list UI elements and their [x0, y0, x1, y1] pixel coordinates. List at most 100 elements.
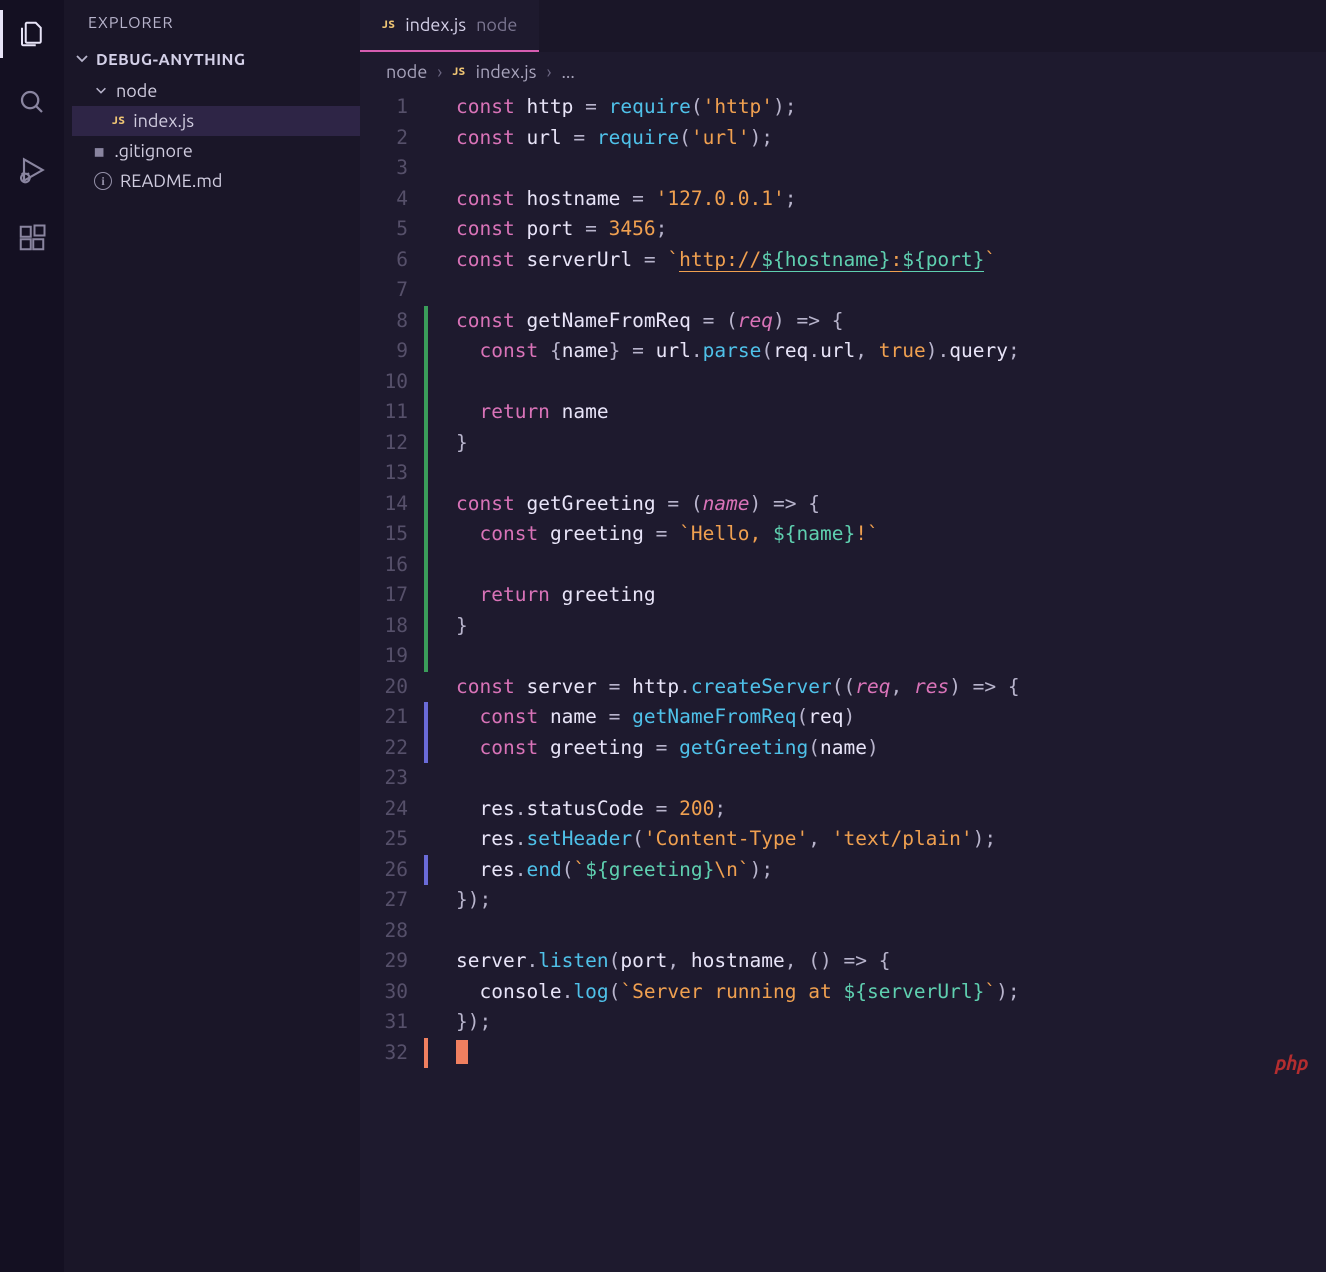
code-line[interactable]: return name	[456, 397, 1326, 428]
code-line[interactable]	[456, 763, 1326, 794]
line-number: 6	[360, 245, 408, 276]
git-icon: ◆	[89, 140, 111, 162]
breadcrumb-part[interactable]: index.js	[476, 62, 537, 82]
activity-extensions[interactable]	[14, 220, 50, 256]
change-mark	[424, 1038, 428, 1069]
tab-index-js[interactable]: JS index.js node	[360, 0, 539, 52]
line-number: 18	[360, 611, 408, 642]
project-name: DEBUG-ANYTHING	[96, 51, 246, 69]
code-line[interactable]: });	[456, 1007, 1326, 1038]
line-number: 3	[360, 153, 408, 184]
code-line[interactable]: res.statusCode = 200;	[456, 794, 1326, 825]
run-debug-icon	[16, 154, 48, 186]
line-number: 19	[360, 641, 408, 672]
code-line[interactable]	[456, 916, 1326, 947]
line-number: 25	[360, 824, 408, 855]
breadcrumb-part[interactable]: node	[386, 62, 427, 82]
change-mark	[424, 855, 428, 886]
code-line[interactable]: const http = require('http');	[456, 92, 1326, 123]
code-line[interactable]	[456, 367, 1326, 398]
code-line[interactable]	[456, 458, 1326, 489]
line-number: 2	[360, 123, 408, 154]
chevron-down-icon	[74, 50, 90, 70]
tab-directory: node	[476, 15, 517, 35]
code-line[interactable]: server.listen(port, hostname, () => {	[456, 946, 1326, 977]
explorer-sidebar: EXPLORER DEBUG-ANYTHING nodeJSindex.js◆.…	[64, 0, 360, 1272]
code-line[interactable]: const greeting = getGreeting(name)	[456, 733, 1326, 764]
code-line[interactable]: return greeting	[456, 580, 1326, 611]
activity-explorer[interactable]	[14, 16, 50, 52]
change-marks	[424, 92, 430, 1272]
line-number: 28	[360, 916, 408, 947]
code-line[interactable]: const {name} = url.parse(req.url, true).…	[456, 336, 1326, 367]
watermark-text: php	[1275, 1051, 1308, 1074]
js-icon: JS	[452, 66, 465, 78]
line-number: 9	[360, 336, 408, 367]
code-line[interactable]: const url = require('url');	[456, 123, 1326, 154]
line-number: 24	[360, 794, 408, 825]
line-number: 16	[360, 550, 408, 581]
code-line[interactable]: });	[456, 885, 1326, 916]
code-line[interactable]: const getNameFromReq = (req) => {	[456, 306, 1326, 337]
code-line[interactable]: const port = 3456;	[456, 214, 1326, 245]
line-number: 15	[360, 519, 408, 550]
code-line[interactable]: const serverUrl = `http://${hostname}:${…	[456, 245, 1326, 276]
code-line[interactable]	[456, 550, 1326, 581]
line-number-gutter: 1234567891011121314151617181920212223242…	[360, 92, 424, 1272]
code-line[interactable]: const server = http.createServer((req, r…	[456, 672, 1326, 703]
code-line[interactable]: res.end(`${greeting}\n`);	[456, 855, 1326, 886]
code-content[interactable]: const http = require('http');const url =…	[430, 92, 1326, 1272]
project-header[interactable]: DEBUG-ANYTHING	[64, 44, 360, 76]
line-number: 7	[360, 275, 408, 306]
line-number: 14	[360, 489, 408, 520]
line-number: 20	[360, 672, 408, 703]
line-number: 13	[360, 458, 408, 489]
line-number: 12	[360, 428, 408, 459]
js-icon: JS	[382, 19, 395, 31]
activity-search[interactable]	[14, 84, 50, 120]
line-number: 30	[360, 977, 408, 1008]
code-line[interactable]	[456, 641, 1326, 672]
code-line[interactable]: const hostname = '127.0.0.1';	[456, 184, 1326, 215]
file-README.md[interactable]: iREADME.md	[72, 166, 360, 196]
file-index.js[interactable]: JSindex.js	[72, 106, 360, 136]
line-number: 1	[360, 92, 408, 123]
editor-area: JS index.js node node›JSindex.js›... 123…	[360, 0, 1326, 1272]
tree-item-label: .gitignore	[114, 141, 192, 161]
line-number: 5	[360, 214, 408, 245]
change-mark	[424, 306, 428, 672]
code-editor[interactable]: 1234567891011121314151617181920212223242…	[360, 92, 1326, 1272]
search-icon	[17, 87, 47, 117]
line-number: 8	[360, 306, 408, 337]
line-number: 27	[360, 885, 408, 916]
line-number: 31	[360, 1007, 408, 1038]
file-.gitignore[interactable]: ◆.gitignore	[72, 136, 360, 166]
activity-run-debug[interactable]	[14, 152, 50, 188]
chevron-down-icon	[94, 83, 108, 100]
line-number: 26	[360, 855, 408, 886]
line-number: 21	[360, 702, 408, 733]
tree-item-label: index.js	[133, 111, 194, 131]
sidebar-title: EXPLORER	[64, 0, 360, 44]
files-icon	[17, 19, 47, 49]
breadcrumb-separator: ›	[546, 62, 551, 82]
breadcrumb-part[interactable]: ...	[562, 62, 575, 82]
code-line[interactable]: const greeting = `Hello, ${name}!`	[456, 519, 1326, 550]
code-line[interactable]	[456, 1038, 1326, 1069]
code-line[interactable]: console.log(`Server running at ${serverU…	[456, 977, 1326, 1008]
code-line[interactable]: }	[456, 428, 1326, 459]
folder-node[interactable]: node	[72, 76, 360, 106]
tree-item-label: README.md	[120, 171, 222, 191]
code-line[interactable]: const name = getNameFromReq(req)	[456, 702, 1326, 733]
code-line[interactable]	[456, 275, 1326, 306]
code-line[interactable]	[456, 153, 1326, 184]
breadcrumb[interactable]: node›JSindex.js›...	[360, 52, 1326, 92]
tab-filename: index.js	[405, 15, 466, 35]
code-line[interactable]: }	[456, 611, 1326, 642]
line-number: 22	[360, 733, 408, 764]
file-tree: nodeJSindex.js◆.gitignoreiREADME.md	[64, 76, 360, 196]
cursor	[456, 1040, 468, 1064]
code-line[interactable]: const getGreeting = (name) => {	[456, 489, 1326, 520]
code-line[interactable]: res.setHeader('Content-Type', 'text/plai…	[456, 824, 1326, 855]
line-number: 17	[360, 580, 408, 611]
